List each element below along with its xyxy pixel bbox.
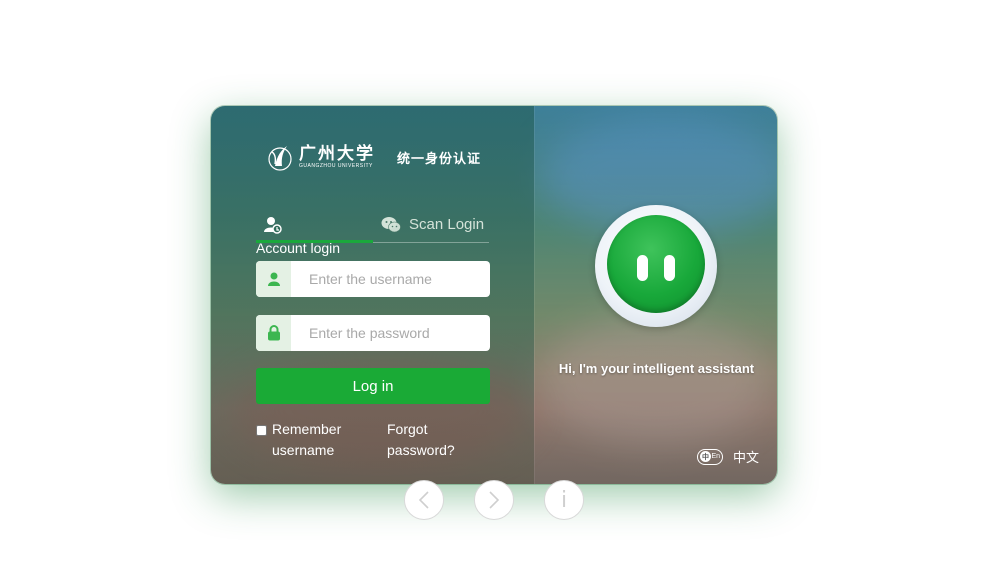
university-name-cn: 广州大学 [299,143,375,164]
info-button[interactable]: i [544,480,584,520]
lang-toggle-en: En [711,453,720,460]
tab-scan-label: Scan Login [409,216,485,233]
language-switch[interactable]: 中 En 中文 [697,447,759,466]
lock-icon [267,325,280,341]
password-input[interactable] [291,315,490,351]
language-label: 中文 [733,450,760,465]
assistant-greeting: Hi, I'm your intelligent assistant [558,361,755,376]
assistant-left-eye [637,255,648,281]
university-name-en: GUANGZHOU UNIVERSITY [299,162,373,169]
tab-scan-login[interactable]: Scan Login [381,216,484,233]
password-prefix [256,315,291,351]
user-icon [264,217,282,234]
university-emblem-icon [268,146,292,171]
person-icon [267,272,280,286]
username-prefix [256,261,291,297]
tab-account-login[interactable] [256,210,373,243]
assistant-avatar[interactable] [595,205,717,327]
chevron-right-icon [489,491,500,509]
carousel-controls: i [404,480,584,520]
assistant-face-icon [607,215,705,313]
prev-button[interactable] [404,480,444,520]
forgot-password-link[interactable]: Forgot password? [387,419,467,461]
username-field [256,261,490,297]
password-field [256,315,490,351]
account-login-label: Account login [256,240,341,256]
remember-label: Remember username [272,421,342,458]
university-logo: 广州大学 GUANGZHOU UNIVERSITY 统一身份认证 [267,142,481,172]
login-button[interactable]: Log in [256,368,490,404]
remember-username[interactable]: Remember username [256,419,352,461]
lang-toggle-cn: 中 [700,451,711,462]
assistant-right-eye [664,255,675,281]
login-tabs: Scan Login [256,210,489,243]
login-card: 广州大学 GUANGZHOU UNIVERSITY 统一身份认证 Scan Lo… [211,106,777,484]
login-panel: 广州大学 GUANGZHOU UNIVERSITY 统一身份认证 Scan Lo… [211,106,534,484]
wechat-icon [381,217,401,233]
assistant-panel: Hi, I'm your intelligent assistant 中 En … [534,106,777,484]
username-input[interactable] [291,261,490,297]
language-toggle-icon: 中 En [697,448,723,465]
remember-checkbox[interactable] [256,425,267,436]
chevron-left-icon [418,491,429,509]
system-title: 统一身份认证 [397,151,482,167]
next-button[interactable] [474,480,514,520]
